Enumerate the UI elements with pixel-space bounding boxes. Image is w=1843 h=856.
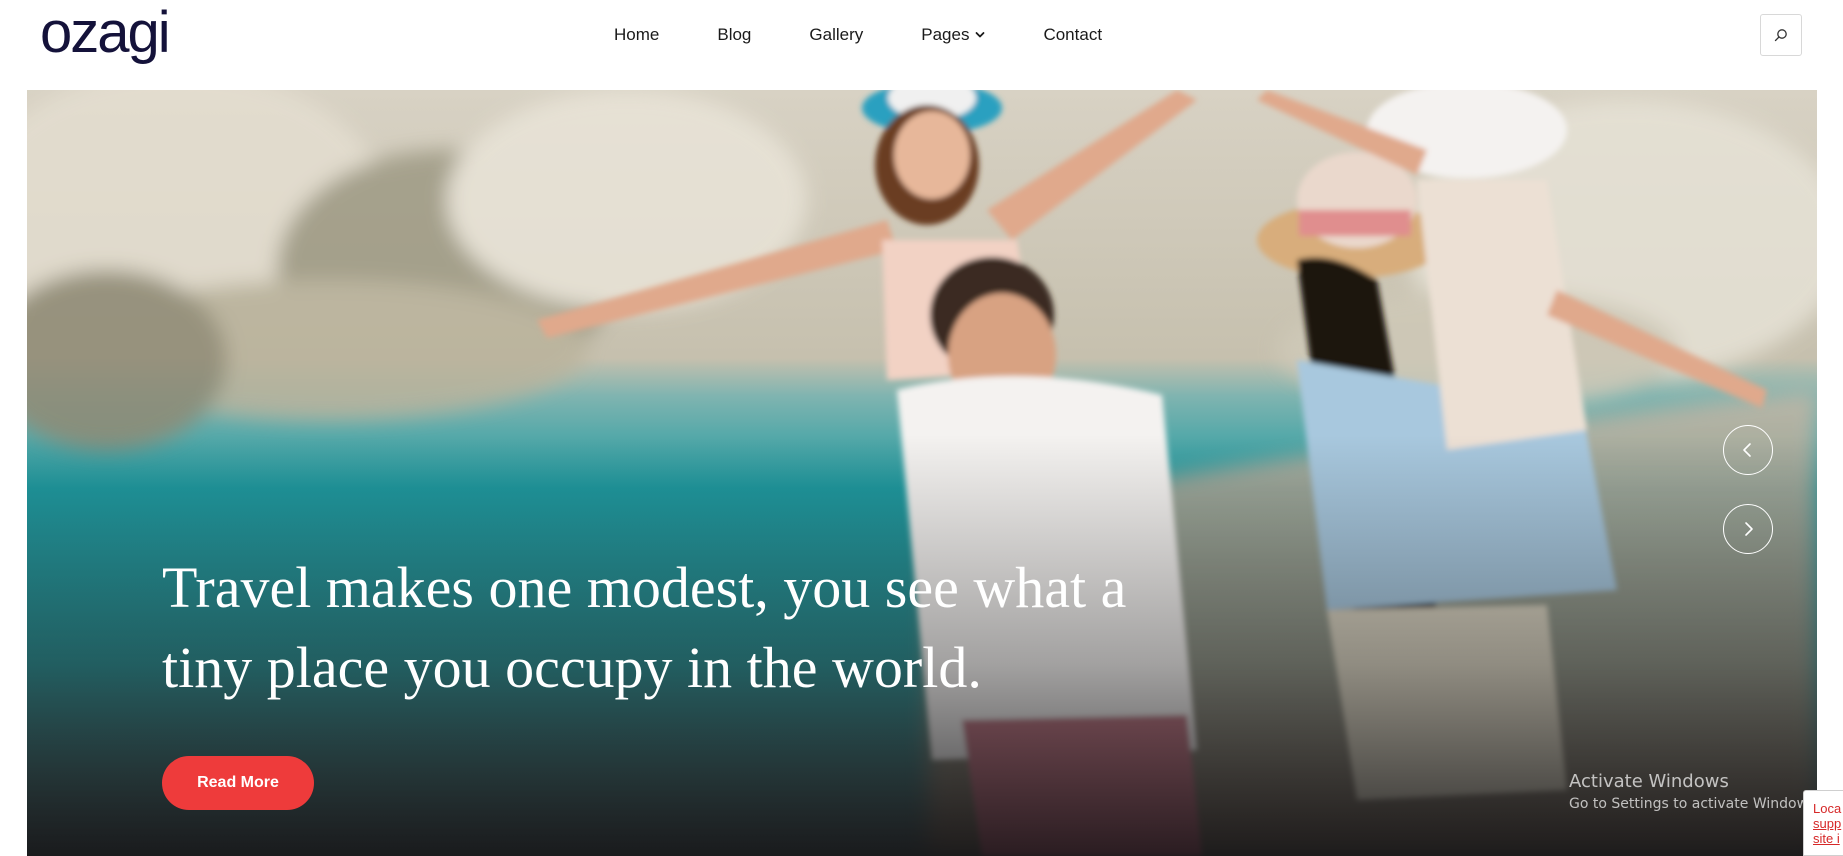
nav-item-gallery[interactable]: Gallery: [809, 23, 863, 47]
notice-line: supp: [1813, 816, 1842, 831]
site-logo[interactable]: ozagi: [40, 0, 171, 66]
notice-line: site i: [1813, 831, 1840, 846]
nav-item-pages[interactable]: Pages: [921, 23, 985, 47]
nav-item-label: Pages: [921, 25, 970, 44]
nav-item-label: Blog: [717, 25, 752, 44]
chevron-right-icon: [1745, 522, 1753, 536]
watermark-subtitle: Go to Settings to activate Windows.: [1569, 796, 1820, 812]
hero-title: Travel makes one modest, you see what a …: [162, 555, 1127, 700]
chevron-down-icon: [976, 32, 985, 38]
watermark-title: Activate Windows: [1569, 771, 1729, 792]
nav-item-home[interactable]: Home: [614, 23, 659, 47]
windows-activation-watermark: Activate Windows Go to Settings to activ…: [1569, 770, 1820, 814]
slider-prev-button[interactable]: [1723, 425, 1773, 475]
site-header: ozagi Home Blog Gallery Pages Contact: [0, 0, 1843, 90]
search-button[interactable]: [1760, 14, 1802, 56]
hero-gradient-overlay: [27, 90, 1817, 856]
main-nav: Home Blog Gallery Pages Contact: [614, 23, 1102, 47]
search-icon: [1774, 29, 1787, 42]
nav-item-contact[interactable]: Contact: [1043, 23, 1102, 47]
nav-item-label: Contact: [1043, 25, 1103, 44]
slider-next-button[interactable]: [1723, 504, 1773, 554]
read-more-button[interactable]: Read More: [162, 756, 314, 810]
notice-line: Loca: [1813, 801, 1842, 816]
cutoff-notice-panel[interactable]: Loca supp site i: [1803, 790, 1843, 856]
chevron-left-icon: [1743, 443, 1751, 457]
nav-item-blog[interactable]: Blog: [717, 23, 751, 47]
hero-slider: Travel makes one modest, you see what a …: [27, 90, 1817, 856]
nav-item-label: Gallery: [809, 25, 864, 44]
nav-item-label: Home: [614, 25, 660, 44]
